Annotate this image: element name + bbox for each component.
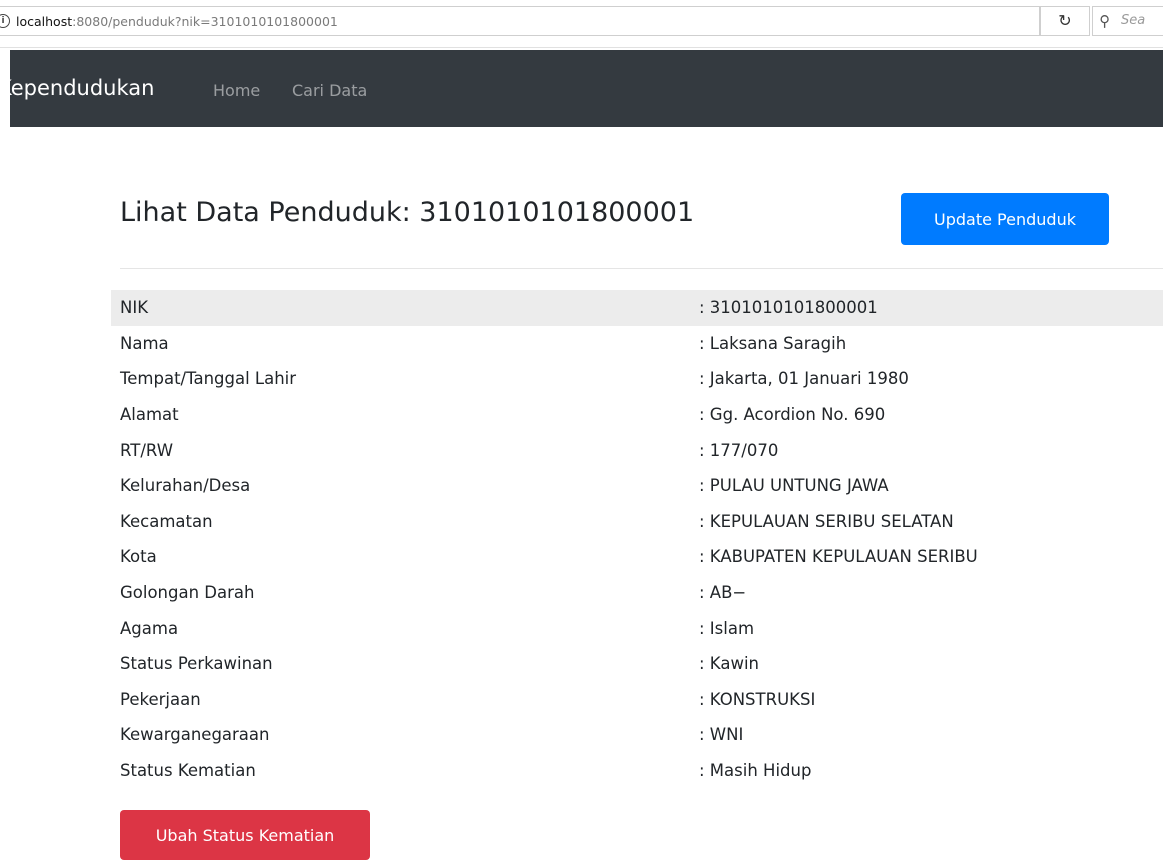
url-host: localhost: [16, 14, 73, 29]
table-row: Kecamatan : KEPULAUAN SERIBU SELATAN: [111, 504, 1163, 540]
table-row: Status Kematian : Masih Hidup: [111, 753, 1163, 789]
address-bar[interactable]: i localhost:8080/penduduk?nik=3101010101…: [0, 6, 1040, 36]
table-row: Golongan Darah : AB−: [111, 575, 1163, 611]
ubah-status-kematian-button[interactable]: Ubah Status Kematian: [120, 810, 370, 860]
row-label: Kewarganegaraan: [120, 725, 270, 745]
row-value: : Islam: [699, 618, 755, 638]
table-row: Kewarganegaraan : WNI: [111, 717, 1163, 753]
row-value: : AB−: [699, 583, 747, 603]
row-value: : Kawin: [699, 654, 759, 674]
row-label: Nama: [120, 333, 169, 353]
row-label: Status Kematian: [120, 761, 256, 781]
row-label: Tempat/Tanggal Lahir: [120, 369, 297, 389]
info-icon[interactable]: i: [0, 14, 10, 28]
nav-link-cari-data[interactable]: Cari Data: [292, 81, 367, 100]
row-value: : KABUPATEN KEPULAUAN SERIBU: [699, 547, 978, 567]
row-label: Pekerjaan: [120, 689, 201, 709]
table-row: Kelurahan/Desa : PULAU UNTUNG JAWA: [111, 468, 1163, 504]
reload-button[interactable]: ↻: [1040, 6, 1090, 36]
row-value: : Laksana Saragih: [699, 333, 847, 353]
nav-link-home[interactable]: Home: [213, 81, 260, 100]
table-row: Kota : KABUPATEN KEPULAUAN SERIBU: [111, 539, 1163, 575]
penduduk-detail-table: NIK : 3101010101800001 Nama : Laksana Sa…: [111, 290, 1163, 788]
page-title: Lihat Data Penduduk: 3101010101800001: [120, 197, 695, 228]
table-row: Alamat : Gg. Acordion No. 690: [111, 397, 1163, 433]
row-label: Status Perkawinan: [120, 654, 273, 674]
row-value: : PULAU UNTUNG JAWA: [699, 476, 889, 496]
row-value: : KEPULAUAN SERIBU SELATAN: [699, 511, 954, 531]
table-row: Tempat/Tanggal Lahir : Jakarta, 01 Janua…: [111, 361, 1163, 397]
table-row: Agama : Islam: [111, 610, 1163, 646]
row-label: Kota: [120, 547, 157, 567]
navbar: Kependudukan Home Cari Data: [10, 50, 1163, 127]
browser-toolbar: i localhost:8080/penduduk?nik=3101010101…: [0, 0, 1163, 48]
reload-icon: ↻: [1058, 11, 1072, 30]
row-label: Kecamatan: [120, 511, 213, 531]
url-path: :8080/penduduk?nik=3101010101800001: [72, 14, 338, 29]
row-value: : WNI: [699, 725, 744, 745]
url-text: localhost:8080/penduduk?nik=310101010180…: [16, 14, 338, 29]
navbar-brand[interactable]: Kependudukan: [10, 76, 154, 100]
row-label: Golongan Darah: [120, 583, 255, 603]
row-value: : 177/070: [699, 440, 779, 460]
table-row: Pekerjaan : KONSTRUKSI: [111, 682, 1163, 718]
table-row: Nama : Laksana Saragih: [111, 326, 1163, 362]
row-value: : Jakarta, 01 Januari 1980: [699, 369, 909, 389]
browser-search-input[interactable]: ⚲ Sea: [1092, 6, 1163, 36]
table-row: Status Perkawinan : Kawin: [111, 646, 1163, 682]
table-row: NIK : 3101010101800001: [111, 290, 1163, 326]
search-placeholder: Sea: [1121, 13, 1146, 28]
table-row: RT/RW : 177/070: [111, 432, 1163, 468]
update-penduduk-button[interactable]: Update Penduduk: [901, 193, 1109, 245]
row-label: Alamat: [120, 405, 179, 425]
row-value: : 3101010101800001: [699, 298, 878, 318]
divider: [120, 268, 1163, 269]
search-icon: ⚲: [1099, 12, 1110, 30]
row-label: Kelurahan/Desa: [120, 476, 251, 496]
row-value: : KONSTRUKSI: [699, 689, 816, 709]
row-label: NIK: [120, 298, 149, 318]
row-label: RT/RW: [120, 440, 174, 460]
row-value: : Gg. Acordion No. 690: [699, 405, 886, 425]
row-value: : Masih Hidup: [699, 761, 812, 781]
row-label: Agama: [120, 618, 179, 638]
